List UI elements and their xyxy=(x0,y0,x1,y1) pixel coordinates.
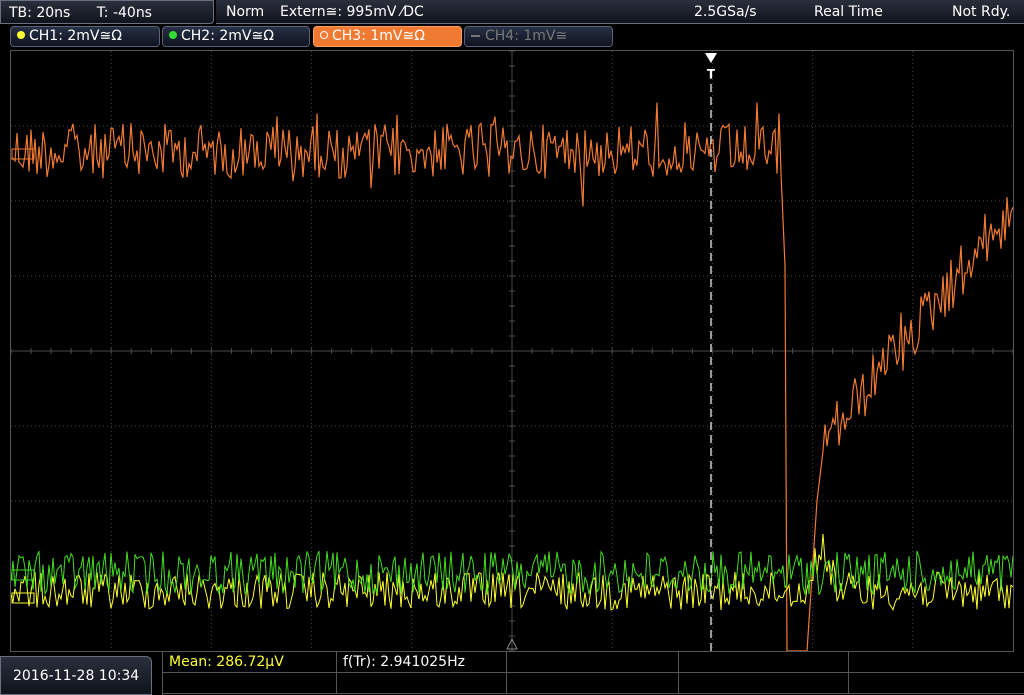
measurement-slot-6[interactable] xyxy=(163,673,337,694)
freq-value: f(Tr): 2.941025Hz xyxy=(343,654,465,670)
measurement-slot-8[interactable] xyxy=(507,673,679,694)
datetime-label: 2016-11-28 10:34 xyxy=(13,668,140,684)
channel-tabs: CH1: 2mV≅Ω CH2: 2mV≅Ω CH3: 1mV≅Ω CH4: 1m… xyxy=(0,26,1024,48)
trigger-mode-label: Norm xyxy=(226,4,265,20)
trigger-source-label: Extern≅: 995mV ⁄DC xyxy=(280,4,424,20)
freq-measurement[interactable]: f(Tr): 2.941025Hz xyxy=(337,652,507,673)
channel-1-tab[interactable]: CH1: 2mV≅Ω xyxy=(10,26,160,47)
channel-4-label: CH4: 1mV≅ xyxy=(485,28,568,44)
status-bar: TB: 20ns T: -40ns Norm Extern≅: 995mV ⁄D… xyxy=(0,0,1024,24)
measurement-slot-10[interactable] xyxy=(849,673,1024,694)
channel-3-label: CH3: 1mV≅Ω xyxy=(332,28,425,44)
trigger-marker-label: T xyxy=(707,67,716,81)
mean-measurement[interactable]: Mean: 286.72µV xyxy=(163,652,337,673)
acquisition-mode-label: Real Time xyxy=(814,4,883,20)
channel-3-tab[interactable]: CH3: 1mV≅Ω xyxy=(313,26,462,47)
measurement-slot-7[interactable] xyxy=(337,673,507,694)
measurement-slot-3[interactable] xyxy=(507,652,679,673)
waveform-canvas[interactable]: T xyxy=(11,51,1013,651)
channel-3-indicator-icon xyxy=(320,31,328,39)
timebase-panel[interactable]: TB: 20ns T: -40ns xyxy=(0,0,214,24)
channel-1-indicator-icon xyxy=(17,31,25,39)
channel-4-tab[interactable]: CH4: 1mV≅ xyxy=(464,26,613,47)
sample-rate-label: 2.5GSa/s xyxy=(694,4,757,20)
trigger-panel[interactable]: Norm Extern≅: 995mV ⁄DC 2.5GSa/s Real Ti… xyxy=(216,0,1024,24)
mean-value: Mean: 286.72µV xyxy=(169,654,284,670)
channel-2-label: CH2: 2mV≅Ω xyxy=(181,28,274,44)
timebase-label: TB: 20ns xyxy=(9,5,71,21)
measurement-slot-9[interactable] xyxy=(679,673,849,694)
ready-state-label: Not Rdy. xyxy=(952,4,1011,20)
channel-1-label: CH1: 2mV≅Ω xyxy=(29,28,122,44)
channel-2-indicator-icon xyxy=(169,31,177,39)
waveform-display[interactable]: T xyxy=(10,50,1014,652)
trigger-marker-icon xyxy=(705,53,717,63)
measurement-slot-5[interactable] xyxy=(849,652,1024,673)
measurement-slot-4[interactable] xyxy=(679,652,849,673)
channel-4-off-icon xyxy=(471,35,480,37)
measurement-bar: Mean: 286.72µV f(Tr): 2.941025Hz xyxy=(162,652,1024,695)
channel-2-tab[interactable]: CH2: 2mV≅Ω xyxy=(162,26,310,47)
time-offset-label: T: -40ns xyxy=(96,5,152,21)
datetime-panel: 2016-11-28 10:34 xyxy=(0,656,152,695)
